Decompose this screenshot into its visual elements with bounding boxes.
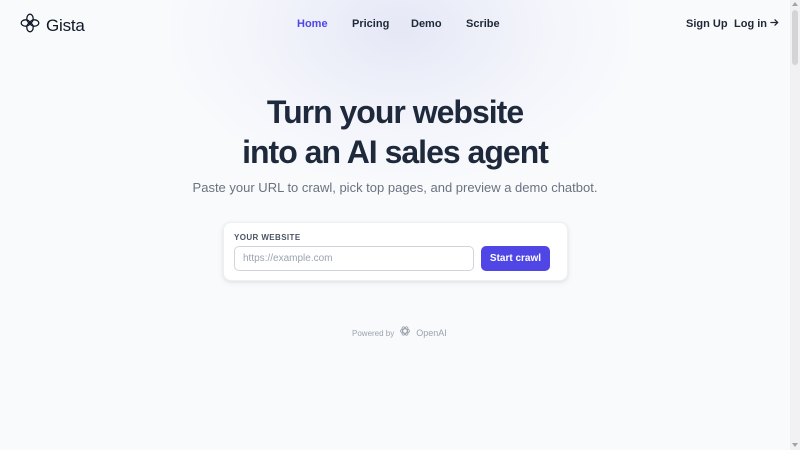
page-scrollbar[interactable] bbox=[790, 0, 800, 450]
openai-logo-icon bbox=[399, 324, 411, 342]
powered-by-text: Powered by bbox=[352, 328, 395, 338]
powered-by-badge: Powered by OpenAI bbox=[352, 324, 447, 342]
brand-logo-link[interactable]: Gista bbox=[20, 13, 85, 38]
hero-title: Turn your website into an AI sales agent bbox=[0, 92, 790, 172]
hero-title-line-2: into an AI sales agent bbox=[242, 134, 549, 170]
scroll-up-arrow-icon[interactable] bbox=[792, 2, 798, 6]
website-field-label: YOUR WEBSITE bbox=[234, 233, 301, 242]
nav-link-pricing[interactable]: Pricing bbox=[352, 18, 389, 30]
log-in-link[interactable]: Log in bbox=[734, 18, 779, 30]
arrow-right-icon bbox=[770, 18, 779, 30]
flower-logo-icon bbox=[20, 13, 40, 38]
nav-link-home[interactable]: Home bbox=[297, 18, 328, 30]
scroll-down-arrow-icon[interactable] bbox=[792, 443, 798, 447]
top-navbar: Gista Home Pricing Demo Scribe Sign Up L… bbox=[0, 0, 790, 50]
scrollbar-thumb[interactable] bbox=[792, 10, 798, 65]
nav-link-scribe[interactable]: Scribe bbox=[466, 18, 500, 30]
nav-link-demo[interactable]: Demo bbox=[411, 18, 442, 30]
hero-subtitle: Paste your URL to crawl, pick top pages,… bbox=[192, 180, 598, 195]
start-crawl-button[interactable]: Start crawl bbox=[481, 246, 550, 271]
website-crawl-card: YOUR WEBSITE Start crawl bbox=[223, 222, 568, 281]
log-in-label: Log in bbox=[734, 18, 767, 30]
openai-name: OpenAI bbox=[416, 328, 447, 338]
brand-name: Gista bbox=[46, 15, 85, 35]
hero-title-line-1: Turn your website bbox=[266, 94, 524, 130]
website-url-input[interactable] bbox=[234, 246, 474, 271]
sign-up-link[interactable]: Sign Up bbox=[686, 18, 728, 30]
